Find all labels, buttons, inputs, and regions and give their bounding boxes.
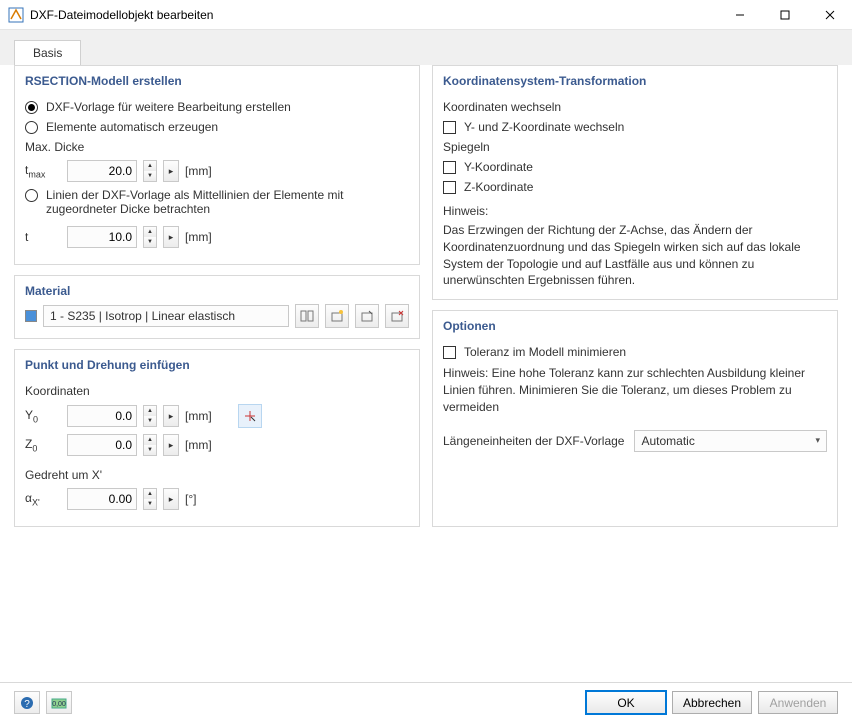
delete-icon	[390, 309, 404, 323]
material-new-button[interactable]	[325, 304, 349, 328]
radio-centerlines-label: Linien der DXF-Vorlage als Mittellinien …	[46, 188, 409, 216]
alpha-stepper[interactable]: ▲▼	[143, 488, 157, 510]
checkbox-icon	[443, 346, 456, 359]
check-swap-yz-label: Y- und Z-Koordinate wechseln	[464, 120, 624, 134]
panel-material-title: Material	[15, 276, 419, 304]
z0-unit: [mm]	[185, 438, 212, 452]
checkbox-icon	[443, 121, 456, 134]
alpha-pick[interactable]: ▸	[163, 488, 179, 510]
y0-pick[interactable]: ▸	[163, 405, 179, 427]
material-value: 1 - S235 | Isotrop | Linear elastisch	[50, 309, 235, 323]
z0-label: Z0	[25, 437, 61, 453]
minimize-button[interactable]	[717, 0, 762, 30]
checkbox-icon	[443, 161, 456, 174]
book-icon	[300, 309, 314, 323]
panel-options: Optionen Toleranz im Modell minimieren H…	[432, 310, 838, 527]
t-unit: [mm]	[185, 230, 212, 244]
material-delete-button[interactable]	[385, 304, 409, 328]
length-units-label: Längeneinheiten der DXF-Vorlage	[443, 434, 624, 448]
y0-unit: [mm]	[185, 409, 212, 423]
tolerance-hint: Hinweis: Eine hohe Toleranz kann zur sch…	[443, 365, 827, 415]
cancel-button[interactable]: Abbrechen	[672, 691, 752, 714]
panel-rsection-title: RSECTION-Modell erstellen	[15, 66, 419, 94]
alpha-label: αX'	[25, 491, 61, 507]
radio-template[interactable]: DXF-Vorlage für weitere Bearbeitung erst…	[25, 100, 409, 114]
tab-basic[interactable]: Basis	[14, 40, 81, 65]
svg-text:?: ?	[24, 699, 30, 710]
tmax-input[interactable]	[67, 160, 137, 182]
panel-insert-title: Punkt und Drehung einfügen	[15, 350, 419, 378]
y0-label: Y0	[25, 408, 61, 424]
material-edit-button[interactable]	[355, 304, 379, 328]
radio-icon	[25, 121, 38, 134]
csys-hint-label: Hinweis:	[443, 204, 827, 218]
pick-point-button[interactable]	[238, 404, 262, 428]
t-pick[interactable]: ▸	[163, 226, 179, 248]
check-mirror-y[interactable]: Y-Koordinate	[443, 160, 827, 174]
svg-text:0,00: 0,00	[52, 701, 66, 708]
tmax-label: tmax	[25, 163, 61, 179]
material-combo[interactable]: 1 - S235 | Isotrop | Linear elastisch	[43, 305, 289, 327]
radio-auto-label: Elemente automatisch erzeugen	[46, 120, 218, 134]
close-button[interactable]	[807, 0, 852, 30]
check-mirror-z-label: Z-Koordinate	[464, 180, 533, 194]
mirror-caption: Spiegeln	[443, 140, 827, 154]
panel-rsection: RSECTION-Modell erstellen DXF-Vorlage fü…	[14, 65, 420, 265]
radio-auto-elements[interactable]: Elemente automatisch erzeugen	[25, 120, 409, 134]
check-min-tolerance-label: Toleranz im Modell minimieren	[464, 345, 626, 359]
check-swap-yz[interactable]: Y- und Z-Koordinate wechseln	[443, 120, 827, 134]
length-units-value: Automatic	[641, 434, 694, 448]
alpha-unit: [°]	[185, 492, 196, 506]
t-input[interactable]	[67, 226, 137, 248]
help-icon: ?	[20, 696, 34, 710]
pick-cursor-icon	[243, 409, 257, 423]
z0-stepper[interactable]: ▲▼	[143, 434, 157, 456]
chevron-down-icon: ▾	[815, 435, 820, 446]
new-icon	[330, 309, 344, 323]
material-swatch	[25, 310, 37, 322]
panel-insert: Punkt und Drehung einfügen Koordinaten Y…	[14, 349, 420, 527]
help-button[interactable]: ?	[14, 691, 40, 714]
panel-csys: Koordinatensystem-Transformation Koordin…	[432, 65, 838, 300]
edit-icon	[360, 309, 374, 323]
app-icon	[8, 7, 24, 23]
max-thick-caption: Max. Dicke	[25, 140, 409, 154]
maximize-button[interactable]	[762, 0, 807, 30]
radio-icon	[25, 189, 38, 202]
tab-strip: Basis	[0, 30, 852, 65]
alpha-input[interactable]	[67, 488, 137, 510]
tmax-stepper[interactable]: ▲▼	[143, 160, 157, 182]
t-stepper[interactable]: ▲▼	[143, 226, 157, 248]
tmax-unit: [mm]	[185, 164, 212, 178]
check-mirror-z[interactable]: Z-Koordinate	[443, 180, 827, 194]
units-button[interactable]: 0,00	[46, 691, 72, 714]
checkbox-icon	[443, 181, 456, 194]
length-units-combo[interactable]: Automatic ▾	[634, 430, 827, 452]
rotated-caption: Gedreht um X'	[25, 468, 409, 482]
radio-template-label: DXF-Vorlage für weitere Bearbeitung erst…	[46, 100, 291, 114]
radio-icon	[25, 101, 38, 114]
swap-caption: Koordinaten wechseln	[443, 100, 827, 114]
apply-button[interactable]: Anwenden	[758, 691, 838, 714]
t-label: t	[25, 230, 61, 244]
panel-material: Material 1 - S235 | Isotrop | Linear ela…	[14, 275, 420, 339]
check-mirror-y-label: Y-Koordinate	[464, 160, 533, 174]
radio-centerlines[interactable]: Linien der DXF-Vorlage als Mittellinien …	[25, 188, 409, 216]
z0-pick[interactable]: ▸	[163, 434, 179, 456]
check-min-tolerance[interactable]: Toleranz im Modell minimieren	[443, 345, 827, 359]
titlebar: DXF-Dateimodellobjekt bearbeiten	[0, 0, 852, 30]
csys-hint-text: Das Erzwingen der Richtung der Z-Achse, …	[443, 222, 827, 289]
units-icon: 0,00	[51, 696, 67, 710]
coords-caption: Koordinaten	[25, 384, 409, 398]
y0-input[interactable]	[67, 405, 137, 427]
panel-csys-title: Koordinatensystem-Transformation	[433, 66, 837, 94]
window-title: DXF-Dateimodellobjekt bearbeiten	[30, 8, 717, 22]
dialog-footer: ? 0,00 OK Abbrechen Anwenden	[0, 682, 852, 722]
tmax-pick[interactable]: ▸	[163, 160, 179, 182]
z0-input[interactable]	[67, 434, 137, 456]
y0-stepper[interactable]: ▲▼	[143, 405, 157, 427]
ok-button[interactable]: OK	[586, 691, 666, 714]
panel-options-title: Optionen	[433, 311, 837, 339]
material-library-button[interactable]	[295, 304, 319, 328]
